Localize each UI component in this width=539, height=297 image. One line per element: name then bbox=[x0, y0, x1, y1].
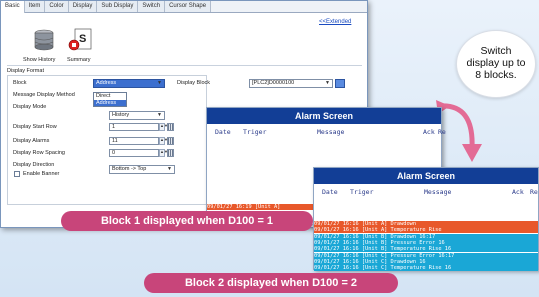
keypad-icon[interactable] bbox=[167, 123, 174, 131]
svg-text:S: S bbox=[79, 33, 86, 45]
start-row-input[interactable]: 1 bbox=[109, 123, 159, 131]
alarm-row: 09/01/27 16:16 [Unit B] Pressure Error 1… bbox=[314, 239, 538, 247]
alarm-row: 09/01/27 16:16 [Unit A] Drawdown bbox=[314, 221, 538, 228]
start-row-stepper[interactable]: ▲▼ bbox=[159, 123, 168, 131]
enable-banner-checkbox[interactable] bbox=[14, 171, 20, 177]
alarm-screen-block2: Alarm Screen Date Triger Message Ack Re … bbox=[313, 167, 539, 272]
caption-block2: Block 2 displayed when D100 = 2 bbox=[144, 273, 398, 293]
tab-cursor-shape[interactable]: Cursor Shape bbox=[165, 1, 212, 12]
block-label: Block bbox=[13, 80, 27, 86]
message-method-label: Message Display Method bbox=[13, 92, 75, 98]
display-block-value: [PLC2]D0000100 bbox=[252, 80, 295, 86]
col-ack: Ack bbox=[423, 128, 435, 136]
direction-value: Bottom -> Top bbox=[112, 166, 147, 172]
alarm-row: 09/01/27 16:16 [Unit C] Temperature Rise… bbox=[314, 265, 538, 272]
tab-sub-display[interactable]: Sub Display bbox=[97, 1, 139, 12]
start-row-label: Display Start Row bbox=[13, 124, 57, 130]
row-spacing-input[interactable]: 0 bbox=[109, 149, 159, 157]
tab-basic[interactable]: Basic bbox=[1, 1, 25, 13]
display-mode-label: Display Mode bbox=[13, 104, 47, 110]
enable-banner-label: Enable Banner bbox=[23, 171, 60, 177]
alarm-row: 09/01/27 16:16 [Unit A] Temperature Rise bbox=[314, 227, 538, 234]
alarm-row: 09/01/27 16:16 [Unit C] Drawdown 16 bbox=[314, 258, 538, 265]
tab-switch[interactable]: Switch bbox=[138, 1, 166, 12]
address-picker-icon[interactable] bbox=[335, 79, 345, 88]
col-ack: Ack bbox=[512, 188, 524, 196]
display-block-label: Display Block bbox=[177, 80, 211, 86]
row-spacing-stepper[interactable]: ▲▼ bbox=[159, 149, 168, 157]
tab-color[interactable]: Color bbox=[45, 1, 69, 12]
summary-label: Summary bbox=[67, 57, 91, 63]
col-date: Date bbox=[215, 128, 231, 136]
col-message: Message bbox=[424, 188, 452, 196]
keypad-icon[interactable] bbox=[167, 137, 174, 145]
col-re: Re bbox=[530, 188, 538, 196]
divider bbox=[7, 65, 362, 66]
direction-dropdown[interactable]: Bottom -> Top ▼ bbox=[109, 165, 175, 174]
col-trigger: Triger bbox=[243, 128, 267, 136]
tab-bar: Basic Item Color Display Sub Display Swi… bbox=[1, 1, 367, 13]
screen-title: Alarm Screen bbox=[314, 168, 538, 184]
extended-link[interactable]: <<Extended bbox=[319, 19, 351, 25]
alarms-label: Display Alarms bbox=[13, 138, 50, 144]
bubble-line-3: 8 blocks. bbox=[475, 69, 517, 81]
direction-label: Display Direction bbox=[13, 162, 55, 168]
chevron-down-icon: ▼ bbox=[325, 80, 330, 86]
callout-bubble: Switch display up to 8 blocks. bbox=[456, 30, 536, 98]
col-message: Message bbox=[317, 128, 345, 136]
tab-display[interactable]: Display bbox=[68, 1, 98, 12]
show-history-icon[interactable] bbox=[31, 27, 57, 53]
row-spacing-label: Display Row Spacing bbox=[13, 150, 65, 156]
block-dropdown[interactable]: Address ▼ bbox=[93, 79, 165, 88]
chevron-down-icon: ▼ bbox=[157, 112, 162, 118]
alarm-row: 09/01/27 16:16 [Unit B] Temperature Rise… bbox=[314, 246, 538, 253]
block-dropdown-value: Address bbox=[96, 80, 117, 86]
bubble-line-1: Switch bbox=[480, 45, 512, 57]
keypad-icon[interactable] bbox=[167, 149, 174, 157]
display-mode-dropdown[interactable]: History ▼ bbox=[109, 111, 165, 120]
summary-icon[interactable]: S bbox=[67, 27, 93, 53]
chevron-down-icon: ▼ bbox=[157, 80, 162, 86]
alarm-row: 09/01/27 16:16 [Unit C] Pressure Error 1… bbox=[314, 252, 538, 259]
show-history-label: Show History bbox=[23, 57, 56, 63]
display-mode-value: History bbox=[112, 112, 130, 118]
alarm-row: 09/01/27 16:16 [Unit B] Drawdown 16:17 bbox=[314, 233, 538, 240]
col-re: Re bbox=[438, 128, 446, 136]
caption-block1: Block 1 displayed when D100 = 1 bbox=[61, 211, 313, 231]
bubble-line-2: display up to bbox=[466, 57, 526, 69]
tab-item[interactable]: Item bbox=[24, 1, 46, 12]
col-date: Date bbox=[322, 188, 338, 196]
option-address[interactable]: Address bbox=[94, 99, 126, 106]
alarms-stepper[interactable]: ▲▼ bbox=[159, 137, 168, 145]
chevron-down-icon: ▼ bbox=[167, 166, 172, 172]
col-trigger: Triger bbox=[350, 188, 374, 196]
alarms-input[interactable]: 11 bbox=[109, 137, 159, 145]
display-block-field[interactable]: [PLC2]D0000100 ▼ bbox=[249, 79, 333, 88]
screen-title: Alarm Screen bbox=[207, 108, 441, 124]
display-format-heading: Display Format bbox=[7, 68, 44, 74]
block-options-list: Direct Address bbox=[93, 92, 127, 107]
